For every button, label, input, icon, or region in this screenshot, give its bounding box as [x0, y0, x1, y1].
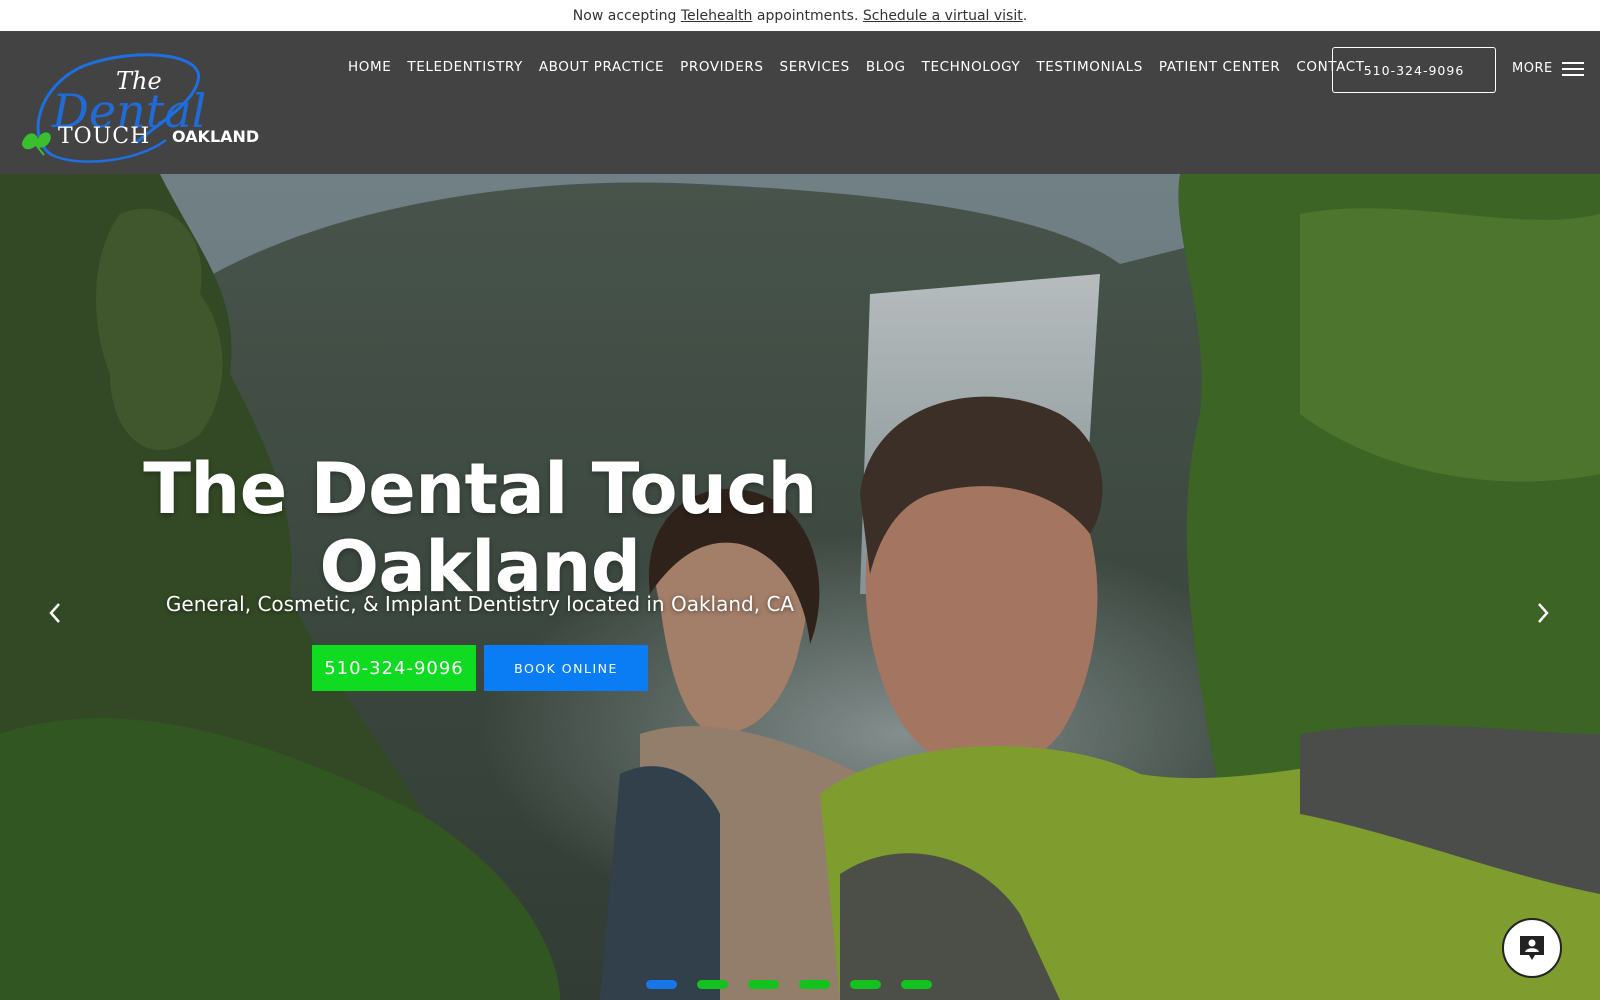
announcement-suffix: .	[1022, 7, 1028, 24]
svg-text:OAKLAND: OAKLAND	[172, 127, 259, 146]
hero-title: The Dental Touch Oakland	[140, 450, 820, 606]
slider-pagination	[646, 980, 932, 989]
chevron-left-icon	[49, 603, 60, 623]
hamburger-menu-icon	[1561, 61, 1584, 76]
telehealth-link[interactable]: Telehealth	[681, 8, 753, 24]
nav-services[interactable]: SERVICES	[772, 57, 858, 77]
hero-slider: The Dental Touch Oakland General, Cosmet…	[0, 174, 1600, 1000]
hero-title-line1: The Dental Touch	[143, 448, 817, 530]
chat-person-icon	[1520, 936, 1544, 960]
chat-widget-button[interactable]	[1502, 918, 1562, 978]
schedule-virtual-visit-link[interactable]: Schedule a virtual visit	[863, 8, 1023, 24]
header-phone-button[interactable]: 510-324-9096	[1332, 47, 1496, 93]
slider-dot-4[interactable]	[799, 980, 830, 989]
announcement-prefix: Now accepting	[572, 7, 681, 24]
nav-providers[interactable]: PROVIDERS	[672, 57, 771, 77]
svg-text:TOUCH: TOUCH	[58, 124, 150, 149]
nav-testimonials[interactable]: TESTIMONIALS	[1028, 57, 1150, 77]
announcement-middle: appointments.	[752, 7, 863, 24]
slider-dot-2[interactable]	[697, 980, 728, 989]
nav-patient-center[interactable]: PATIENT CENTER	[1151, 57, 1288, 77]
nav-home[interactable]: HOME	[340, 57, 399, 77]
hero-subtitle: General, Cosmetic, & Implant Dentistry l…	[165, 592, 795, 616]
nav-technology[interactable]: TECHNOLOGY	[914, 57, 1029, 77]
slider-dot-6[interactable]	[901, 980, 932, 989]
hero-phone-button[interactable]: 510-324-9096	[312, 645, 476, 691]
site-logo[interactable]: The Dental TOUCH OAKLAND	[16, 45, 276, 165]
site-header: The Dental TOUCH OAKLAND HOME TELEDENTIS…	[0, 31, 1600, 174]
slider-dot-3[interactable]	[748, 980, 779, 989]
more-menu-button[interactable]: MORE	[1512, 61, 1584, 76]
main-nav: HOME TELEDENTISTRY ABOUT PRACTICE PROVID…	[340, 57, 1373, 77]
slider-prev-button[interactable]	[42, 598, 68, 628]
slider-next-button[interactable]	[1530, 598, 1556, 628]
book-online-button[interactable]: BOOK ONLINE	[484, 645, 648, 691]
dental-touch-logo-icon: The Dental TOUCH OAKLAND	[22, 53, 259, 163]
more-label: MORE	[1512, 61, 1553, 76]
chevron-right-icon	[1538, 603, 1549, 623]
nav-about-practice[interactable]: ABOUT PRACTICE	[531, 57, 672, 77]
announcement-bar: Now accepting Telehealth appointments. S…	[0, 0, 1600, 31]
nav-blog[interactable]: BLOG	[858, 57, 914, 77]
slider-dot-5[interactable]	[850, 980, 881, 989]
slider-dot-1[interactable]	[646, 980, 677, 989]
nav-teledentistry[interactable]: TELEDENTISTRY	[399, 57, 530, 77]
